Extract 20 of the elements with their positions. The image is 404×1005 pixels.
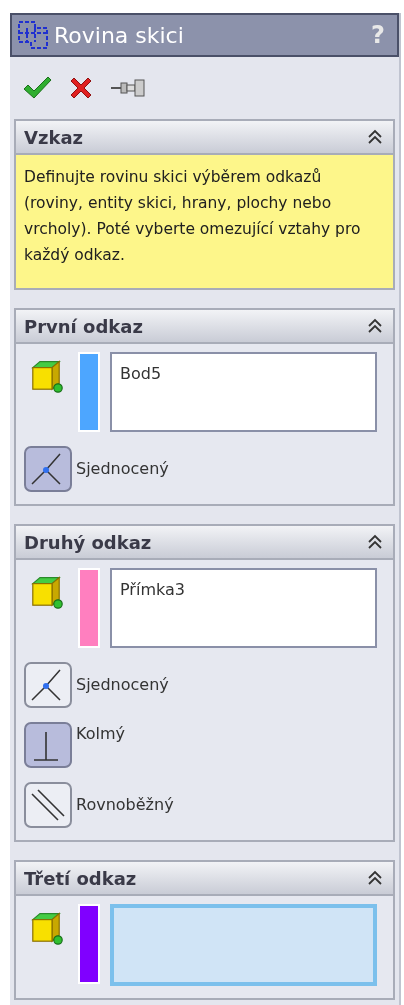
selection-field[interactable]: Přímka3 <box>110 568 377 648</box>
coincident-relation-button[interactable] <box>24 446 72 492</box>
window-title: Rovina skici <box>54 21 185 50</box>
section-title: Třetí odkaz <box>24 866 137 891</box>
parallel-relation-button[interactable] <box>24 782 72 828</box>
perpendicular-relation-button[interactable] <box>24 722 72 768</box>
relation-label: Sjednocený <box>76 674 169 696</box>
relation-label: Sjednocený <box>76 458 169 480</box>
section-title: Vzkaz <box>24 125 83 150</box>
section-title: První odkaz <box>24 314 143 339</box>
relation-label: Rovnoběžný <box>76 794 174 816</box>
coincident-relation-button[interactable] <box>24 662 72 708</box>
message-text: Definujte rovinu skici výběrem odkazů (roviny, entity skici, hrany, plochy nebo vrcholy). Poté vyberte omezující vztahy pro každý odkaz. <box>16 155 393 288</box>
pushpin-icon[interactable] <box>110 77 146 99</box>
selection-field[interactable]: Bod5 <box>110 352 377 432</box>
relation-label: Kolmý <box>76 723 125 745</box>
close-icon[interactable] <box>68 75 94 101</box>
selection-field[interactable] <box>110 904 377 986</box>
section-title: Druhý odkaz <box>24 530 152 555</box>
sketch-plane-icon <box>16 19 50 51</box>
